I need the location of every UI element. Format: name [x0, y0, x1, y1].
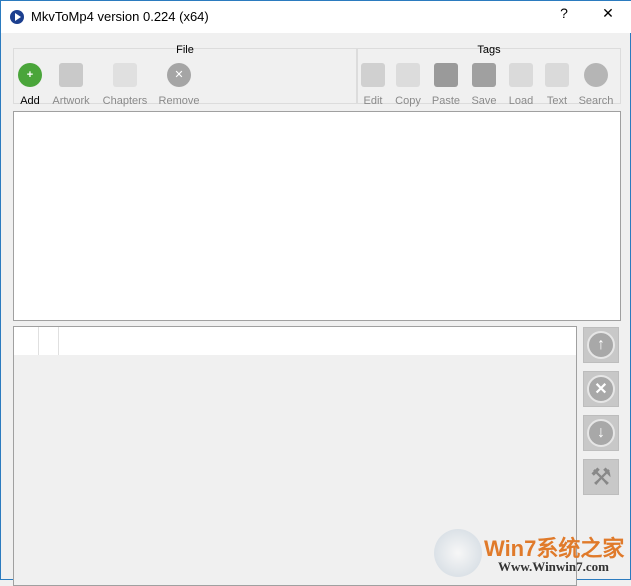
- search-label: Search: [578, 95, 614, 107]
- edit-button[interactable]: Edit: [360, 63, 386, 107]
- windows-logo: [434, 529, 482, 577]
- arrow-up-icon: ↑: [587, 331, 615, 359]
- wrench-icon: ⚒: [590, 463, 612, 491]
- load-icon: [509, 63, 533, 87]
- search-button[interactable]: Search: [578, 63, 614, 107]
- watermark: Win7系统之家 Www.Winwin7.com: [434, 529, 631, 581]
- tags-group-label: Tags: [477, 44, 501, 56]
- file-list[interactable]: [13, 111, 621, 321]
- search-icon: [584, 63, 608, 87]
- close-button[interactable]: ✕: [593, 5, 623, 22]
- paste-icon: [434, 63, 458, 87]
- help-button[interactable]: ?: [549, 5, 579, 21]
- chapters-button[interactable]: Chapters: [102, 63, 148, 107]
- edit-label: Edit: [363, 95, 383, 107]
- chapters-label: Chapters: [102, 95, 148, 107]
- text-button[interactable]: Text: [544, 63, 570, 107]
- copy-button[interactable]: Copy: [394, 63, 422, 107]
- grid-column[interactable]: [39, 327, 59, 355]
- tools-button[interactable]: ⚒: [583, 459, 619, 495]
- pencil-icon: [361, 63, 385, 87]
- load-button[interactable]: Load: [507, 63, 535, 107]
- paste-label: Paste: [431, 95, 461, 107]
- text-label: Text: [546, 95, 568, 107]
- text-icon: [545, 63, 569, 87]
- save-label: Save: [471, 95, 497, 107]
- title-bar: MkvToMp4 version 0.224 (x64) ? ✕: [1, 1, 631, 33]
- artwork-label: Artwork: [52, 95, 90, 107]
- add-label: Add: [20, 95, 40, 107]
- remove-label: Remove: [158, 95, 200, 107]
- grid-header: [14, 327, 576, 355]
- save-button[interactable]: Save: [471, 63, 497, 107]
- remove-icon: ✕: [167, 63, 191, 87]
- close-icon: ✕: [587, 375, 615, 403]
- floppy-icon: [472, 63, 496, 87]
- arrow-down-icon: ↓: [587, 419, 615, 447]
- artwork-button[interactable]: Artwork: [50, 63, 92, 107]
- add-button[interactable]: + Add: [18, 63, 42, 107]
- move-down-button[interactable]: ↓: [583, 415, 619, 451]
- copy-label: Copy: [395, 95, 421, 107]
- app-icon: [10, 10, 24, 24]
- chapters-icon: [113, 63, 137, 87]
- add-icon: +: [18, 63, 42, 87]
- load-label: Load: [508, 95, 534, 107]
- file-group-label: File: [176, 44, 194, 56]
- remove-button[interactable]: ✕ Remove: [158, 63, 200, 107]
- file-group: File + Add Artwork Chapters ✕ Remove: [13, 44, 357, 107]
- move-up-button[interactable]: ↑: [583, 327, 619, 363]
- artwork-icon: [59, 63, 83, 87]
- copy-icon: [396, 63, 420, 87]
- tags-group: Tags Edit Copy Paste Save Load Text Sear…: [357, 44, 621, 107]
- paste-button[interactable]: Paste: [431, 63, 461, 107]
- grid-column[interactable]: [14, 327, 39, 355]
- watermark-url: Www.Winwin7.com: [498, 559, 609, 574]
- remove-track-button[interactable]: ✕: [583, 371, 619, 407]
- window-title: MkvToMp4 version 0.224 (x64): [31, 9, 209, 24]
